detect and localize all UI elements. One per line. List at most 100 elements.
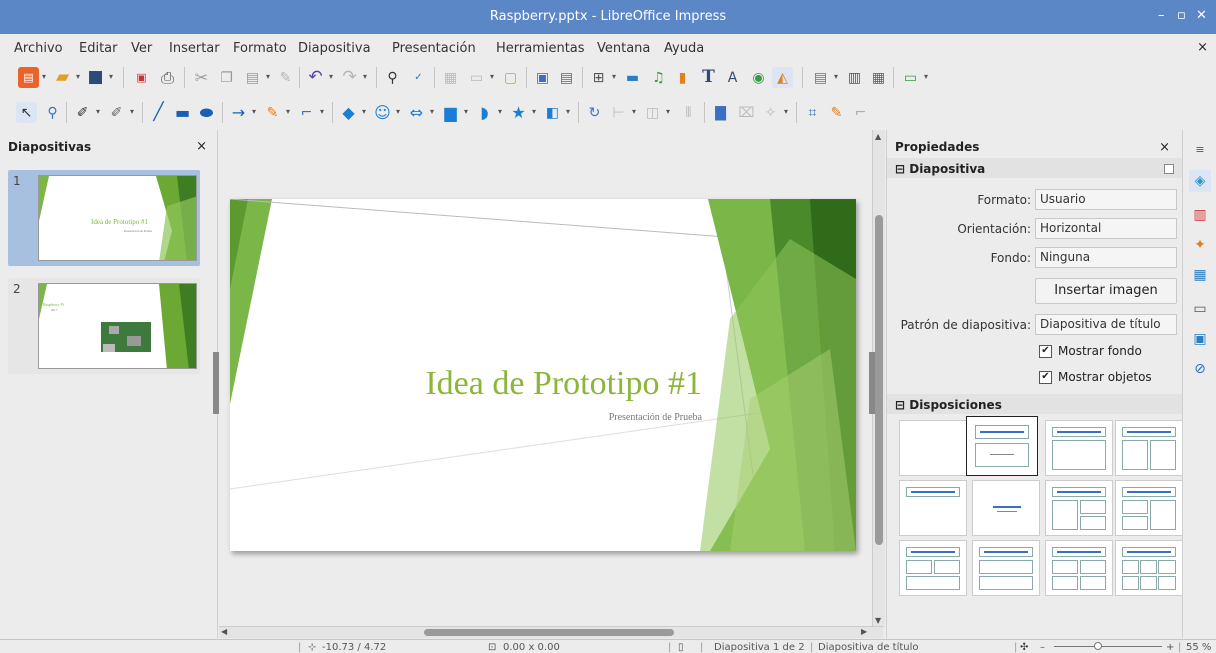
layouts-section-title[interactable]: ⊟ Disposiciones: [895, 398, 1002, 412]
horizontal-scrollbar[interactable]: ◀ ▶: [219, 626, 883, 638]
filter-dropdown-icon[interactable]: ▾: [784, 107, 788, 116]
basic-shapes-dropdown-icon[interactable]: ▾: [362, 107, 366, 116]
menu-herramientas[interactable]: Herramientas: [496, 41, 585, 56]
vertical-scroll-thumb[interactable]: [875, 215, 883, 545]
close-document-button[interactable]: ×: [1197, 40, 1208, 55]
arrange-icon[interactable]: ◫: [642, 102, 663, 123]
properties-icon[interactable]: ◈: [1189, 170, 1211, 192]
block-arrows-dropdown-icon[interactable]: ▾: [430, 107, 434, 116]
paste-dropdown-icon[interactable]: ▾: [266, 72, 270, 81]
find-replace-icon[interactable]: ⚲: [382, 67, 403, 88]
ellipse-icon[interactable]: ⬬: [196, 102, 217, 123]
points-icon[interactable]: ⌗: [802, 102, 823, 123]
new-icon[interactable]: ▤: [18, 67, 39, 88]
background-select[interactable]: Ninguna: [1035, 247, 1177, 268]
slide-edit-area[interactable]: Idea de Prototipo #1 Presentación de Pru…: [219, 130, 871, 625]
animation-icon[interactable]: ✦: [1189, 234, 1211, 256]
image-icon[interactable]: ▬: [622, 67, 643, 88]
scroll-right-icon[interactable]: ▶: [861, 627, 867, 636]
properties-collapse-handle[interactable]: [869, 352, 875, 414]
align-icon[interactable]: ⊢: [608, 102, 629, 123]
open-folder-icon[interactable]: ▰: [52, 67, 73, 88]
3d-objects-dropdown-icon[interactable]: ▾: [566, 107, 570, 116]
copy-icon[interactable]: ❐: [216, 67, 237, 88]
flowchart-icon[interactable]: ▆: [440, 102, 461, 123]
stars-icon[interactable]: ★: [508, 102, 529, 123]
styles-icon[interactable]: ▭: [1189, 298, 1211, 320]
horizontal-scroll-thumb[interactable]: [424, 629, 674, 636]
close-slides-pane-button[interactable]: ×: [196, 139, 207, 154]
symbol-shapes-dropdown-icon[interactable]: ▾: [396, 107, 400, 116]
layout-title-content-over-content[interactable]: [972, 540, 1040, 596]
current-slide[interactable]: Idea de Prototipo #1 Presentación de Pru…: [230, 199, 856, 551]
scroll-down-icon[interactable]: ▼: [875, 616, 881, 625]
undo-dropdown-icon[interactable]: ▾: [329, 72, 333, 81]
zoom-out-button[interactable]: –: [1040, 642, 1045, 653]
grid-icon[interactable]: ▦: [440, 67, 461, 88]
zoom-slider-track[interactable]: [1054, 646, 1162, 647]
layout-title-6-content[interactable]: [1115, 540, 1183, 596]
shadow-icon[interactable]: ▇: [710, 102, 731, 123]
gallery-icon[interactable]: ▣: [1189, 328, 1211, 350]
save-dropdown-icon[interactable]: ▾: [109, 72, 113, 81]
layout-title-only[interactable]: [899, 480, 967, 536]
line-color-dropdown-icon[interactable]: ▾: [96, 107, 100, 116]
minimize-button[interactable]: –: [1158, 8, 1165, 23]
glue-points-icon[interactable]: ✎: [826, 102, 847, 123]
delete-slide-icon[interactable]: ▦: [868, 67, 889, 88]
connector-icon[interactable]: ⌐: [296, 102, 317, 123]
layout-title-content-2-content[interactable]: [1115, 480, 1183, 536]
slide-thumbnail-1[interactable]: 1 Idea de Prototipo #1 Presentación de P…: [8, 170, 200, 266]
menu-ayuda[interactable]: Ayuda: [664, 41, 704, 56]
paste-icon[interactable]: ▤: [242, 67, 263, 88]
callout-icon[interactable]: ◗: [474, 102, 495, 123]
menu-insertar[interactable]: Insertar: [169, 41, 220, 56]
zoom-icon[interactable]: ⚲: [42, 102, 63, 123]
menu-editar[interactable]: Editar: [79, 41, 118, 56]
toggle-extrusion-icon[interactable]: ⌐: [850, 102, 871, 123]
layout-title-slide[interactable]: [966, 416, 1038, 476]
slide-section-title[interactable]: ⊟ Diapositiva: [895, 162, 985, 176]
menu-diapositiva[interactable]: Diapositiva: [298, 41, 371, 56]
layout-title-2-content-over-content[interactable]: [899, 540, 967, 596]
stars-dropdown-icon[interactable]: ▾: [532, 107, 536, 116]
filter-icon[interactable]: ✧: [760, 102, 781, 123]
save-icon[interactable]: ■: [85, 67, 106, 88]
format-select[interactable]: Usuario: [1035, 189, 1177, 210]
close-properties-button[interactable]: ×: [1159, 140, 1170, 155]
connector-dropdown-icon[interactable]: ▾: [320, 107, 324, 116]
show-background-checkbox[interactable]: ✔ Mostrar fondo: [1039, 344, 1142, 358]
new-slide-icon[interactable]: ▢: [500, 67, 521, 88]
curve-icon[interactable]: ✎: [262, 102, 283, 123]
zoom-level[interactable]: 55 %: [1186, 642, 1211, 653]
media-icon[interactable]: ♫: [648, 67, 669, 88]
symbol-shapes-icon[interactable]: ☺: [372, 102, 393, 123]
layout-centered-text[interactable]: [972, 480, 1040, 536]
redo-dropdown-icon[interactable]: ▾: [363, 72, 367, 81]
menu-ver[interactable]: Ver: [131, 41, 152, 56]
fill-color-dropdown-icon[interactable]: ▾: [130, 107, 134, 116]
slide-transition-icon[interactable]: ▭: [900, 67, 921, 88]
fill-color-icon[interactable]: ✐: [106, 102, 127, 123]
clone-formatting-icon[interactable]: ✎: [275, 67, 296, 88]
redo-icon[interactable]: ↷: [339, 67, 360, 88]
slide-transition-icon[interactable]: ▥: [1189, 204, 1211, 226]
menu-ventana[interactable]: Ventana: [597, 41, 650, 56]
navigator-icon[interactable]: ⊘: [1189, 358, 1211, 380]
table-icon[interactable]: ⊞: [588, 67, 609, 88]
layout-title-2-content[interactable]: [1115, 420, 1183, 476]
line-icon[interactable]: ╱: [148, 102, 169, 123]
3d-objects-icon[interactable]: ◧: [542, 102, 563, 123]
master-slides-icon[interactable]: ▦: [1189, 264, 1211, 286]
vertical-scrollbar[interactable]: ▲ ▼: [869, 130, 885, 628]
slide-layout-icon[interactable]: ▥: [844, 67, 865, 88]
table-dropdown-icon[interactable]: ▾: [612, 72, 616, 81]
fontwork-icon[interactable]: A: [722, 67, 743, 88]
lines-arrows-dropdown-icon[interactable]: ▾: [252, 107, 256, 116]
basic-shapes-icon[interactable]: ◆: [338, 102, 359, 123]
print-icon[interactable]: ⎙: [157, 67, 178, 88]
layout-title-2-content-content[interactable]: [1045, 480, 1113, 536]
align-dropdown-icon[interactable]: ▾: [632, 107, 636, 116]
start-first-slide-icon[interactable]: ▣: [532, 67, 553, 88]
distribute-icon[interactable]: ⫴: [678, 102, 699, 123]
